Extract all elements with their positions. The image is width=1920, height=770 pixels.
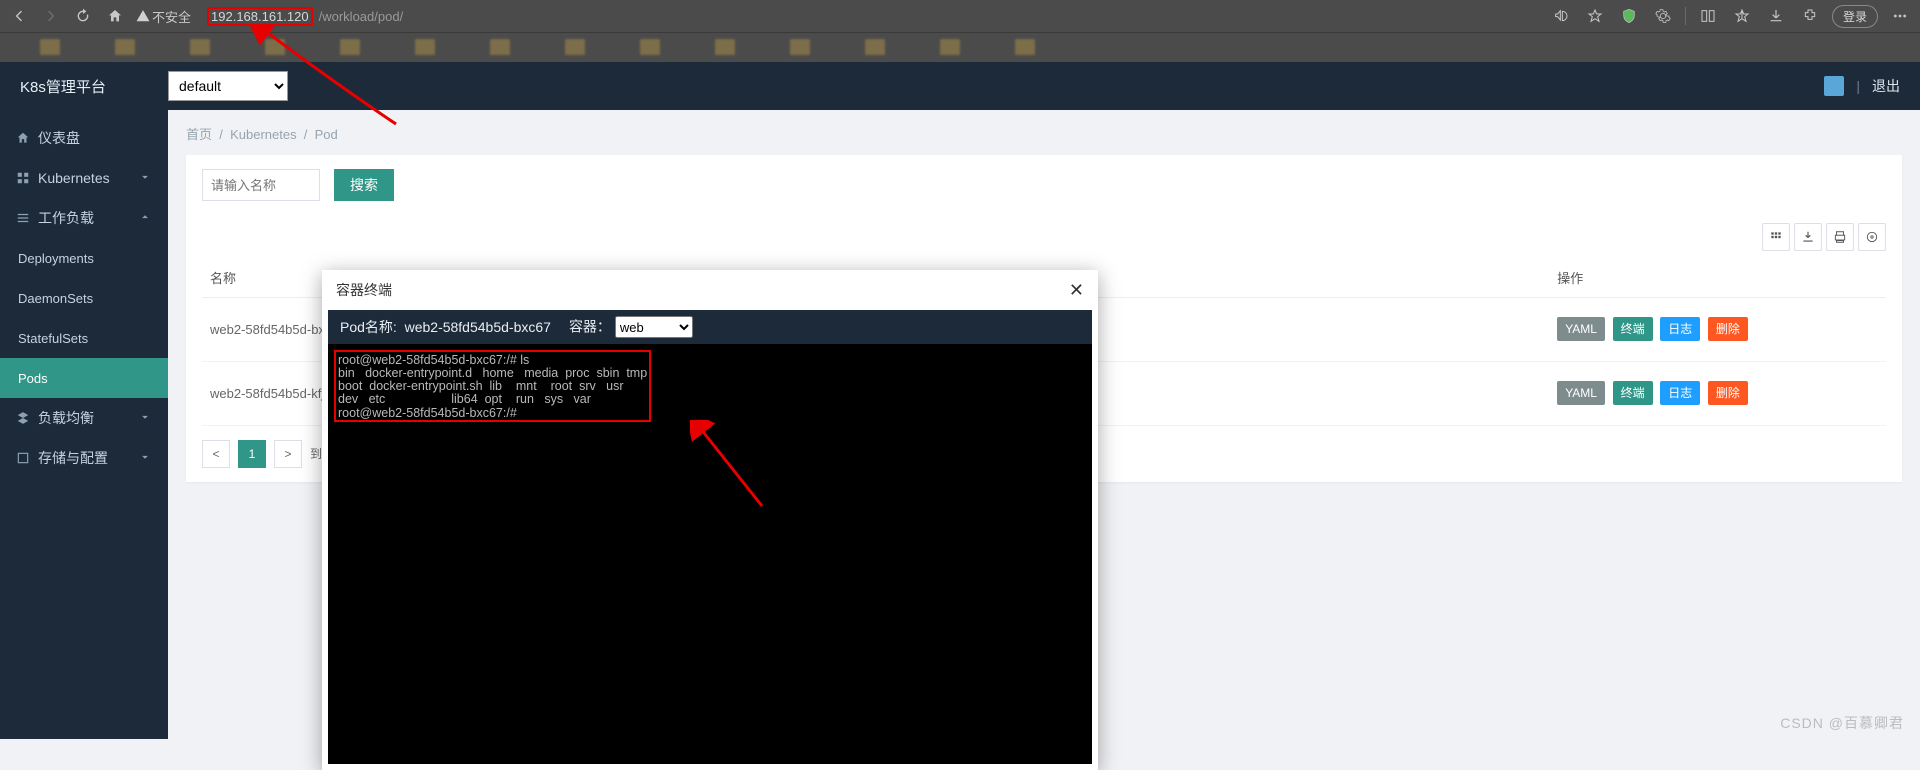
brand-title: K8s管理平台	[20, 76, 168, 97]
sidebar-item-statefulsets[interactable]: StatefulSets	[0, 318, 168, 358]
page-1[interactable]: 1	[238, 440, 266, 468]
settings-icon[interactable]	[1651, 4, 1675, 28]
browser-toolbar: 不安全 192.168.161.120/workload/pod/ 登录	[0, 0, 1920, 32]
sidebar-item-deployments[interactable]: Deployments	[0, 238, 168, 278]
namespace-select[interactable]: default	[168, 71, 288, 101]
print-button[interactable]	[1826, 223, 1854, 251]
chevron-up-icon	[138, 210, 152, 227]
logout-link[interactable]: 退出	[1872, 76, 1900, 96]
back-button[interactable]	[8, 5, 30, 27]
insecure-icon: 不安全	[136, 7, 191, 26]
sidebar: 仪表盘 Kubernetes 工作负载 Deployments DaemonSe…	[0, 110, 168, 739]
breadcrumb: 首页 / Kubernetes / Pod	[186, 124, 1902, 143]
columns-button[interactable]	[1762, 223, 1790, 251]
favorite-icon[interactable]	[1583, 4, 1607, 28]
yaml-button[interactable]: YAML	[1557, 317, 1605, 341]
log-button[interactable]: 日志	[1660, 381, 1700, 405]
extensions-icon[interactable]	[1798, 4, 1822, 28]
pod-name: web2-58fd54b5d-bxc67	[405, 319, 551, 335]
url-ip-highlight: 192.168.161.120	[207, 7, 313, 26]
delete-button[interactable]: 删除	[1708, 317, 1748, 341]
downloads-icon[interactable]	[1764, 4, 1788, 28]
sidebar-item-daemonsets[interactable]: DaemonSets	[0, 278, 168, 318]
sidebar-label-loadbalance: 负载均衡	[38, 408, 94, 428]
terminal-output[interactable]: root@web2-58fd54b5d-bxc67:/# ls bin dock…	[328, 344, 1092, 764]
more-icon[interactable]	[1888, 4, 1912, 28]
sidebar-item-loadbalance[interactable]: 负载均衡	[0, 398, 168, 438]
search-button[interactable]: 搜索	[334, 169, 394, 201]
chevron-down-icon	[138, 410, 152, 427]
refresh-button[interactable]	[72, 5, 94, 27]
breadcrumb-home[interactable]: 首页	[186, 127, 212, 142]
sidebar-label-kubernetes: Kubernetes	[38, 170, 110, 186]
delete-button[interactable]: 删除	[1708, 381, 1748, 405]
avatar[interactable]	[1824, 76, 1844, 96]
sidebar-label-storage: 存储与配置	[38, 448, 108, 468]
chevron-down-icon	[138, 170, 152, 187]
log-button[interactable]: 日志	[1660, 317, 1700, 341]
terminal-modal: 容器终端 ✕ Pod名称: web2-58fd54b5d-bxc67 容器： w…	[322, 270, 1098, 770]
export-button[interactable]	[1794, 223, 1822, 251]
sidebar-item-storage[interactable]: 存储与配置	[0, 438, 168, 478]
close-icon[interactable]: ✕	[1069, 280, 1084, 301]
search-input[interactable]	[202, 169, 320, 201]
refresh-table-button[interactable]	[1858, 223, 1886, 251]
table-toolbar	[202, 223, 1886, 251]
chevron-down-icon	[138, 450, 152, 467]
pod-label: Pod名称:	[340, 319, 397, 335]
breadcrumb-mid[interactable]: Kubernetes	[230, 127, 297, 142]
collections-icon[interactable]	[1730, 4, 1754, 28]
app-header: K8s管理平台 default | 退出	[0, 62, 1920, 110]
browser-login-button[interactable]: 登录	[1832, 5, 1878, 28]
sidebar-item-pods[interactable]: Pods	[0, 358, 168, 398]
split-icon[interactable]	[1696, 4, 1720, 28]
bookmarks-bar	[0, 32, 1920, 62]
terminal-button[interactable]: 终端	[1613, 317, 1653, 341]
insecure-label: 不安全	[152, 7, 191, 26]
url-path: /workload/pod/	[319, 9, 404, 24]
prev-page[interactable]: <	[202, 440, 230, 468]
sidebar-label-dashboard: 仪表盘	[38, 128, 80, 148]
modal-title: 容器终端	[336, 280, 392, 300]
container-select[interactable]: web	[615, 316, 693, 338]
yaml-button[interactable]: YAML	[1557, 381, 1605, 405]
col-ops: 操作	[1549, 259, 1886, 297]
sidebar-item-kubernetes[interactable]: Kubernetes	[0, 158, 168, 198]
terminal-button[interactable]: 终端	[1613, 381, 1653, 405]
address-bar[interactable]: 不安全 192.168.161.120/workload/pod/	[136, 7, 403, 26]
sidebar-item-workload[interactable]: 工作负载	[0, 198, 168, 238]
sidebar-item-dashboard[interactable]: 仪表盘	[0, 118, 168, 158]
breadcrumb-current: Pod	[315, 127, 338, 142]
read-aloud-icon[interactable]	[1549, 4, 1573, 28]
container-label: 容器：	[569, 319, 611, 335]
shield-icon[interactable]	[1617, 4, 1641, 28]
next-page[interactable]: >	[274, 440, 302, 468]
sidebar-label-workload: 工作负载	[38, 208, 94, 228]
home-button[interactable]	[104, 5, 126, 27]
terminal-header: Pod名称: web2-58fd54b5d-bxc67 容器： web	[328, 310, 1092, 344]
forward-button[interactable]	[40, 5, 62, 27]
